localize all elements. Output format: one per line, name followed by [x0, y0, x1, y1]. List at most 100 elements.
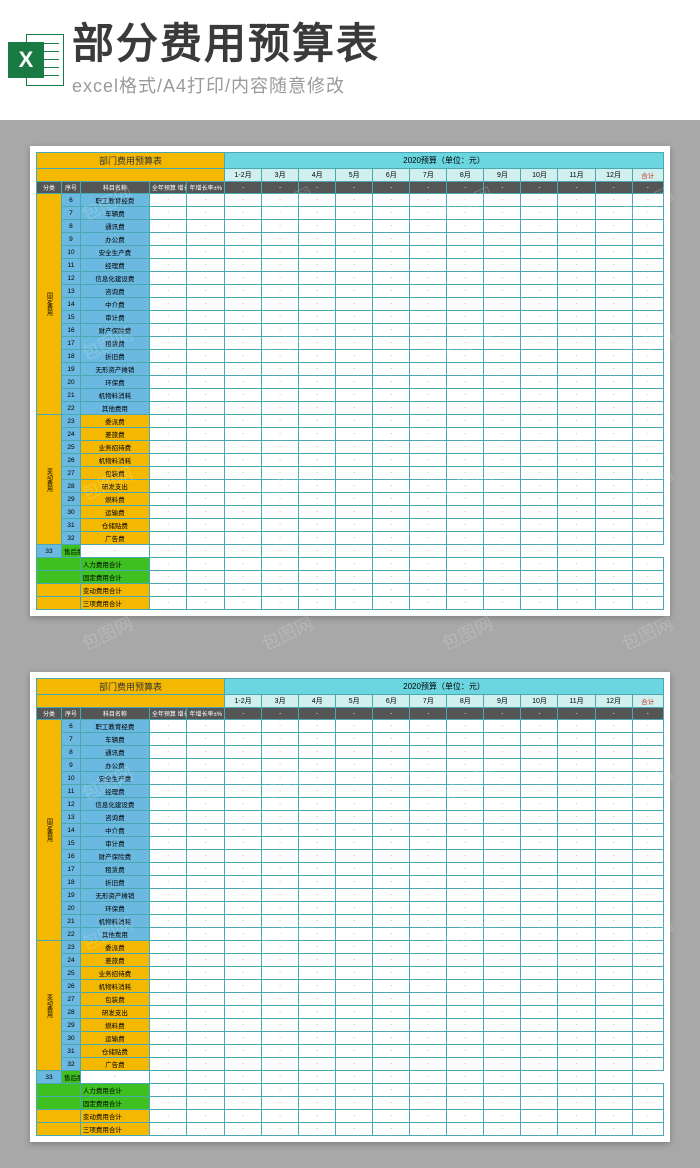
row-name: 经理费	[80, 785, 149, 798]
row-name: 燃料费	[80, 493, 149, 506]
row-id: 21	[62, 915, 81, 928]
row-name: 运输费	[80, 506, 149, 519]
row-name: 委派费	[80, 941, 149, 954]
month-header: 6月	[373, 169, 410, 182]
row-id: 17	[62, 337, 81, 350]
row-name: 信息化建设费	[80, 272, 149, 285]
row-name: 其他费用	[80, 402, 149, 415]
row-id: 29	[62, 493, 81, 506]
month-header: 7月	[410, 695, 447, 708]
sub-header: 年增长率±%	[187, 182, 225, 194]
row-id: 12	[62, 272, 81, 285]
row-name: 审计费	[80, 311, 149, 324]
month-header: 5月	[336, 695, 373, 708]
row-name: 差旅费	[80, 954, 149, 967]
row-name: 信息化建设费	[80, 798, 149, 811]
row-id: 15	[62, 311, 81, 324]
row-name: 经理费	[80, 259, 149, 272]
row-id: 32	[62, 1058, 81, 1071]
row-name: 机物料消耗	[80, 980, 149, 993]
row-id: 9	[62, 233, 81, 246]
table-title: 部门费用预算表	[37, 153, 225, 169]
category-label: 固定费用	[37, 720, 62, 941]
row-name: 机物料消耗	[80, 454, 149, 467]
row-name: 机物料消耗	[80, 389, 149, 402]
main-title: 部分费用预算表	[72, 22, 692, 66]
month-header: 1-2月	[225, 695, 262, 708]
row-name: 售后服务费	[62, 1071, 81, 1084]
row-id: 14	[62, 824, 81, 837]
month-header: 12月	[595, 695, 632, 708]
row-id: 25	[62, 967, 81, 980]
row-id: 26	[62, 454, 81, 467]
row-id: 30	[62, 506, 81, 519]
row-id: 18	[62, 876, 81, 889]
row-id: 20	[62, 902, 81, 915]
month-header: 6月	[373, 695, 410, 708]
row-name: 办公费	[80, 233, 149, 246]
row-id: 28	[62, 1006, 81, 1019]
row-id: 26	[62, 980, 81, 993]
sheet-preview-2: 部门费用预算表2020预算（单位：元）1-2月3月4月5月6月7月8月9月10月…	[30, 672, 670, 1142]
row-id: 31	[62, 519, 81, 532]
month-header: 9月	[484, 169, 521, 182]
month-header: 7月	[410, 169, 447, 182]
sub-header: 年增长率±%	[187, 708, 225, 720]
row-name: 包装费	[80, 467, 149, 480]
month-header: 4月	[299, 695, 336, 708]
row-name: 燃料费	[80, 1019, 149, 1032]
month-header: 11月	[558, 695, 595, 708]
table-title: 部门费用预算表	[37, 679, 225, 695]
summary-row: 三项费用合计	[80, 597, 149, 610]
month-header: 1-2月	[225, 169, 262, 182]
row-id: 24	[62, 954, 81, 967]
month-header: 10月	[521, 169, 558, 182]
row-name: 广告费	[80, 532, 149, 545]
row-name: 包装费	[80, 993, 149, 1006]
sheet-preview-1: 部门费用预算表2020预算（单位：元）1-2月3月4月5月6月7月8月9月10月…	[30, 146, 670, 616]
row-id: 9	[62, 759, 81, 772]
month-header: 10月	[521, 695, 558, 708]
row-id: 16	[62, 324, 81, 337]
summary-row: 变动费用合计	[80, 584, 149, 597]
row-name: 车辆费	[80, 733, 149, 746]
row-name: 通讯费	[80, 746, 149, 759]
row-name: 职工教育经费	[80, 194, 149, 207]
row-name: 中介费	[80, 824, 149, 837]
preview-area: 部门费用预算表2020预算（单位：元）1-2月3月4月5月6月7月8月9月10月…	[0, 120, 700, 1168]
month-header: 3月	[262, 695, 299, 708]
row-id: 7	[62, 733, 81, 746]
month-header: 8月	[447, 695, 484, 708]
row-name: 租赁费	[80, 337, 149, 350]
row-name: 无形资产摊销	[80, 363, 149, 376]
row-name: 折旧费	[80, 876, 149, 889]
row-id: 28	[62, 480, 81, 493]
row-name: 业务招待费	[80, 441, 149, 454]
row-name: 环保费	[80, 902, 149, 915]
row-id: 23	[62, 941, 81, 954]
row-id: 12	[62, 798, 81, 811]
row-id: 20	[62, 376, 81, 389]
row-name: 研发支出	[80, 480, 149, 493]
row-name: 研发支出	[80, 1006, 149, 1019]
row-id: 27	[62, 993, 81, 1006]
row-id: 14	[62, 298, 81, 311]
row-name: 中介费	[80, 298, 149, 311]
month-header: 8月	[447, 169, 484, 182]
row-name: 差旅费	[80, 428, 149, 441]
category-label: 固定费用	[37, 194, 62, 415]
row-id: 30	[62, 1032, 81, 1045]
row-id: 7	[62, 207, 81, 220]
row-id: 13	[62, 811, 81, 824]
row-id: 22	[62, 928, 81, 941]
sub-header: 科目名称	[80, 708, 149, 720]
summary-row: 固定费用合计	[80, 571, 149, 584]
total-header: 合计	[632, 169, 663, 182]
row-name: 业务招待费	[80, 967, 149, 980]
row-id: 18	[62, 350, 81, 363]
summary-row: 固定费用合计	[80, 1097, 149, 1110]
row-id: 19	[62, 889, 81, 902]
budget-table: 部门费用预算表2020预算（单位：元）1-2月3月4月5月6月7月8月9月10月…	[36, 678, 664, 1136]
row-id: 29	[62, 1019, 81, 1032]
row-id: 6	[62, 720, 81, 733]
